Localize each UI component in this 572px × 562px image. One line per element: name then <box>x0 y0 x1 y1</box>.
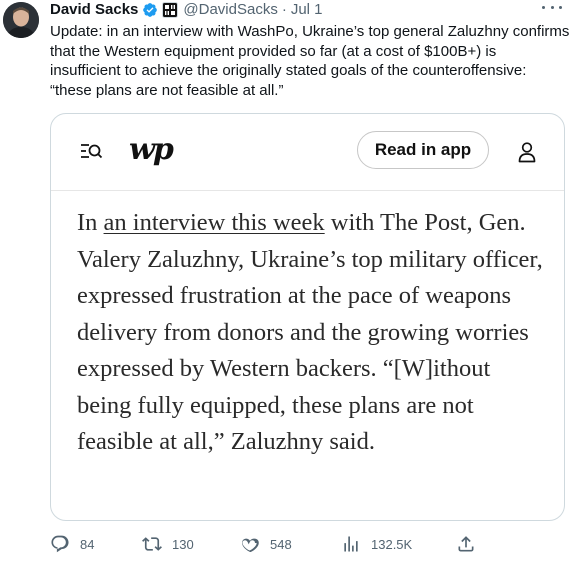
tweet-text: Update: in an interview with WashPo, Ukr… <box>50 23 570 99</box>
like-count: 548 <box>270 536 292 552</box>
avatar[interactable] <box>3 2 39 38</box>
views-button[interactable]: 132.5K <box>341 533 412 555</box>
retweet-icon <box>142 537 162 551</box>
share-button[interactable] <box>456 533 476 555</box>
user-handle[interactable]: @DavidSacks <box>183 0 277 20</box>
reply-count: 84 <box>80 536 95 552</box>
tweet-actions: 84 130 548 132.5K <box>50 533 570 555</box>
search-menu-icon <box>81 144 103 159</box>
separator-dot: · <box>281 1 287 18</box>
reply-button[interactable]: 84 <box>50 533 94 555</box>
display-name[interactable]: David Sacks <box>50 0 138 20</box>
tweet-header: David Sacks @DavidSacks · Jul 1 <box>50 0 323 20</box>
article-link: an interview this week <box>103 209 325 236</box>
tweet-date[interactable]: Jul 1 <box>291 0 323 20</box>
retweet-count: 130 <box>172 536 194 552</box>
verified-badge-icon[interactable] <box>142 2 158 18</box>
article-body: with The Post, Gen. Valery Zaluzhny, Ukr… <box>77 209 543 455</box>
profile-icon <box>518 142 536 163</box>
washington-post-logo: wp <box>129 132 174 167</box>
all-in-podcast-badge[interactable] <box>162 2 179 18</box>
heart-icon <box>242 538 259 552</box>
views-count: 132.5K <box>371 536 413 552</box>
attached-image-card[interactable]: wp Read in app In an interview this week… <box>50 113 565 521</box>
like-button[interactable]: 548 <box>240 533 292 555</box>
reply-icon <box>51 535 69 553</box>
avatar-image <box>3 2 39 38</box>
article-prefix: In <box>77 209 104 236</box>
share-icon <box>458 536 474 552</box>
article-paragraph: In an interview this week with The Post,… <box>77 205 547 461</box>
retweet-button[interactable]: 130 <box>142 533 194 555</box>
article-topbar: wp Read in app <box>51 114 564 191</box>
read-in-app-button: Read in app <box>357 131 489 169</box>
views-icon <box>344 536 358 552</box>
more-options-icon[interactable] <box>542 0 562 14</box>
